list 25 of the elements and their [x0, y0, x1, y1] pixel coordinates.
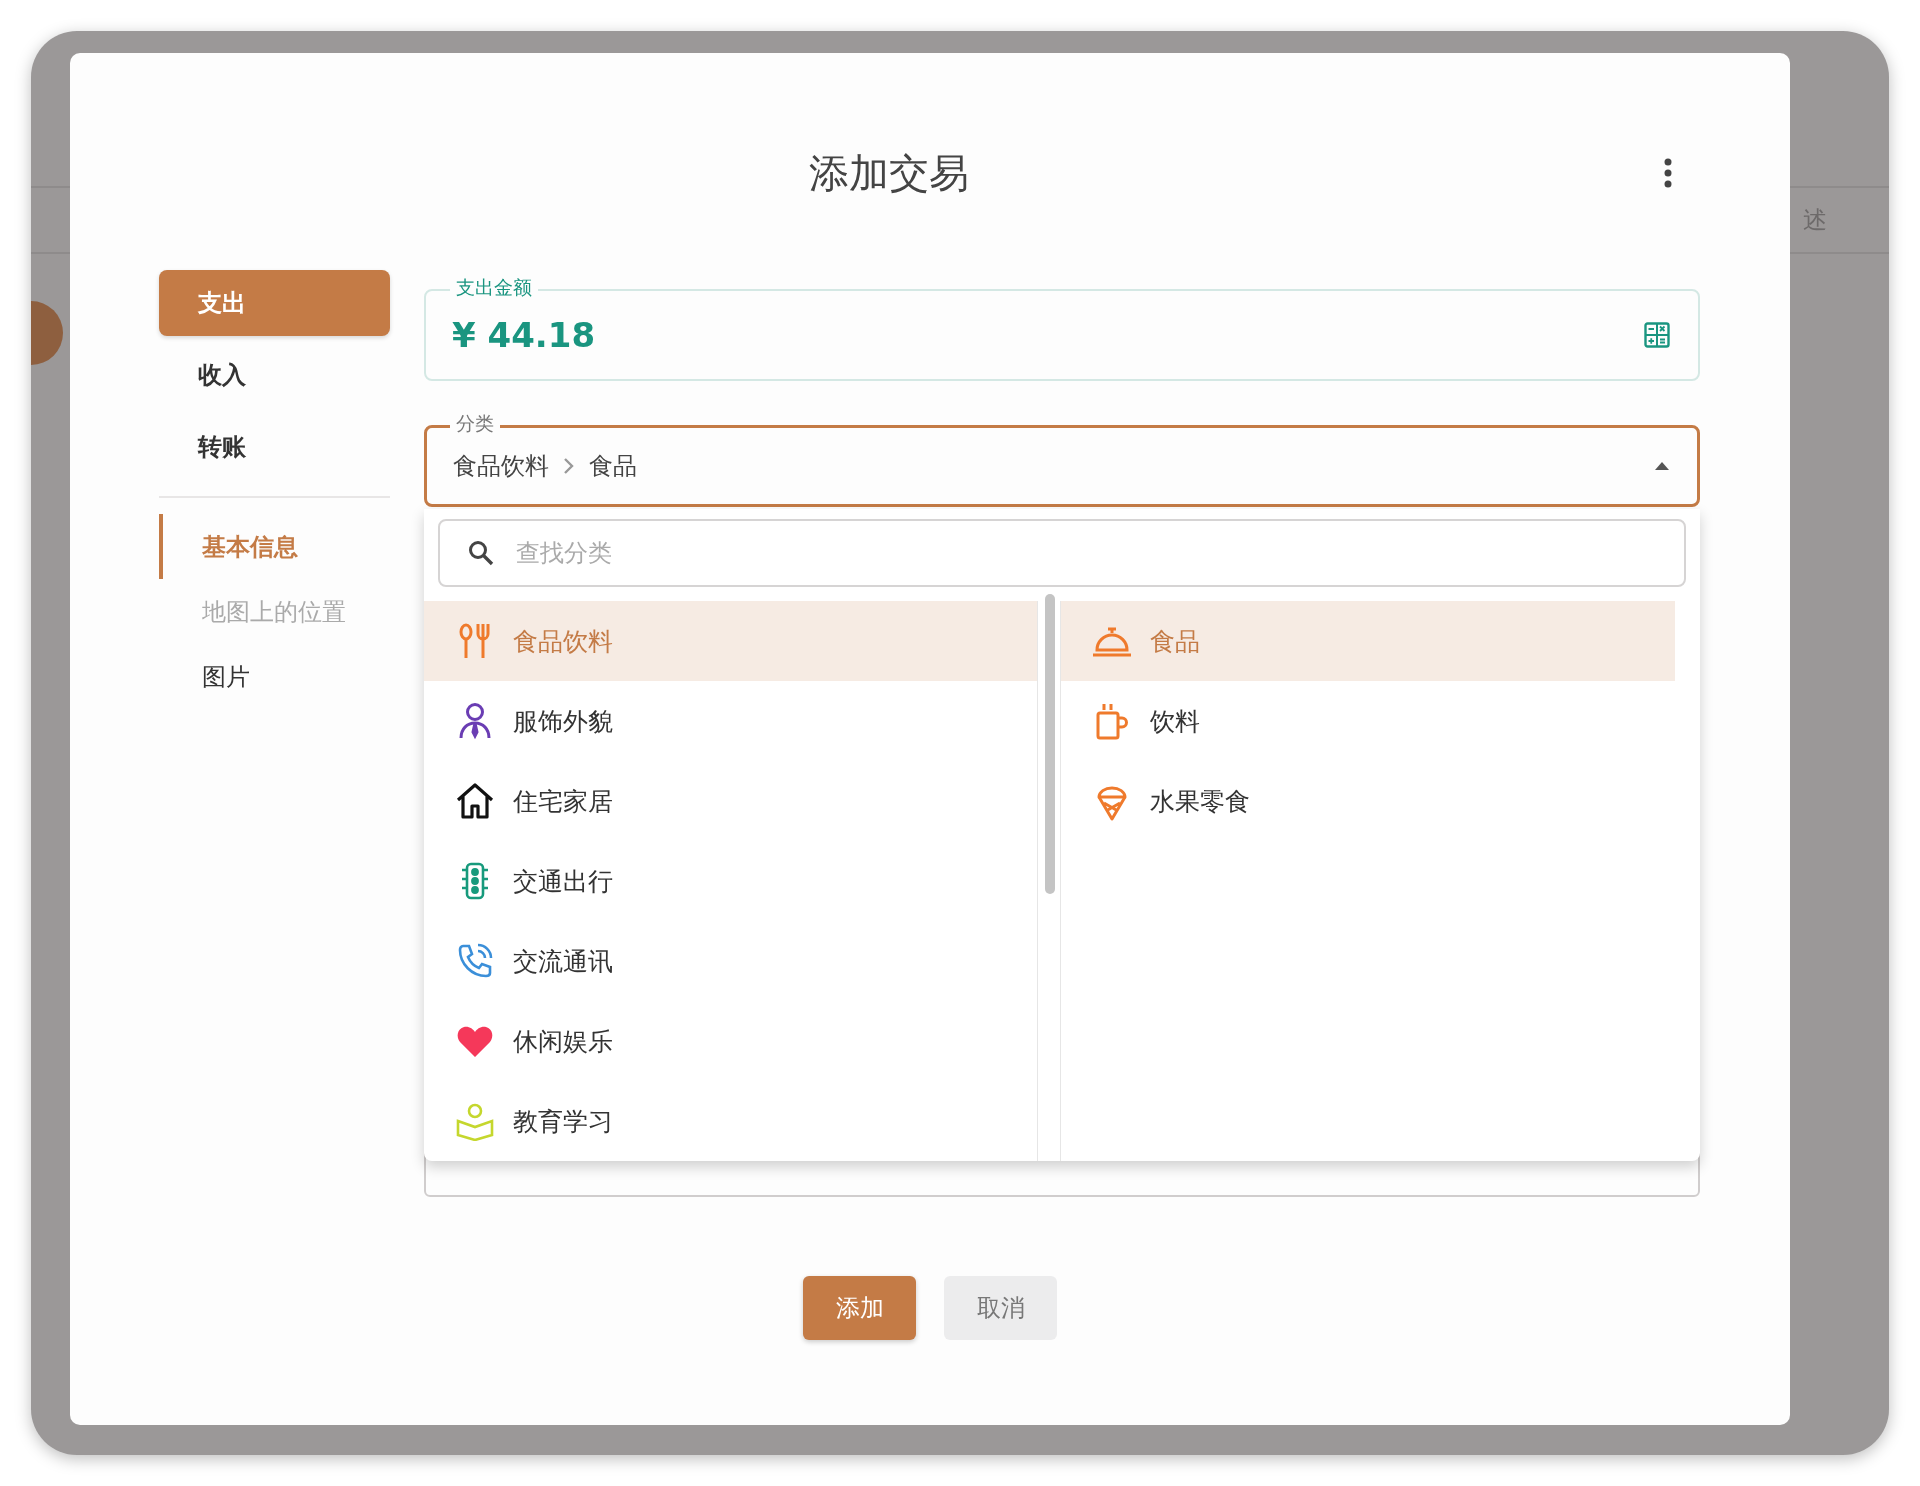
field-label: 分类	[450, 412, 500, 434]
category-item[interactable]: 交通出行	[424, 841, 1037, 921]
caret-icon	[1655, 462, 1669, 470]
category-item[interactable]: 服饰外貌	[424, 681, 1037, 761]
more-icon[interactable]	[1663, 158, 1673, 188]
dialog-title: 添加交易	[809, 149, 969, 197]
field-label: 支出金额	[450, 276, 538, 298]
category-path-item: 食品	[589, 451, 637, 482]
section-link[interactable]: 图片	[159, 644, 390, 709]
scrollbar-thumb[interactable]	[1045, 594, 1055, 894]
search-field[interactable]: 查找分类	[438, 519, 1686, 587]
amount-value: ¥ 44.18	[452, 315, 596, 355]
subcategory-item[interactable]: 饮料	[1061, 681, 1675, 761]
chevron-right-icon	[563, 456, 575, 476]
type-tab[interactable]: 收入	[159, 342, 390, 408]
category-path-item: 食品饮料	[453, 451, 549, 482]
cancel-button[interactable]: 取消	[944, 1276, 1057, 1340]
type-tab[interactable]: 转账	[159, 414, 390, 480]
calculator-icon[interactable]	[1644, 322, 1670, 348]
category-item[interactable]: 休闲娱乐	[424, 1001, 1037, 1081]
category-item[interactable]: 交流通讯	[424, 921, 1037, 1001]
category-item[interactable]: 教育学习	[424, 1081, 1037, 1161]
subcategory-item[interactable]: 水果零食	[1061, 761, 1675, 841]
category-item[interactable]: 住宅家居	[424, 761, 1037, 841]
search-icon	[468, 540, 494, 566]
